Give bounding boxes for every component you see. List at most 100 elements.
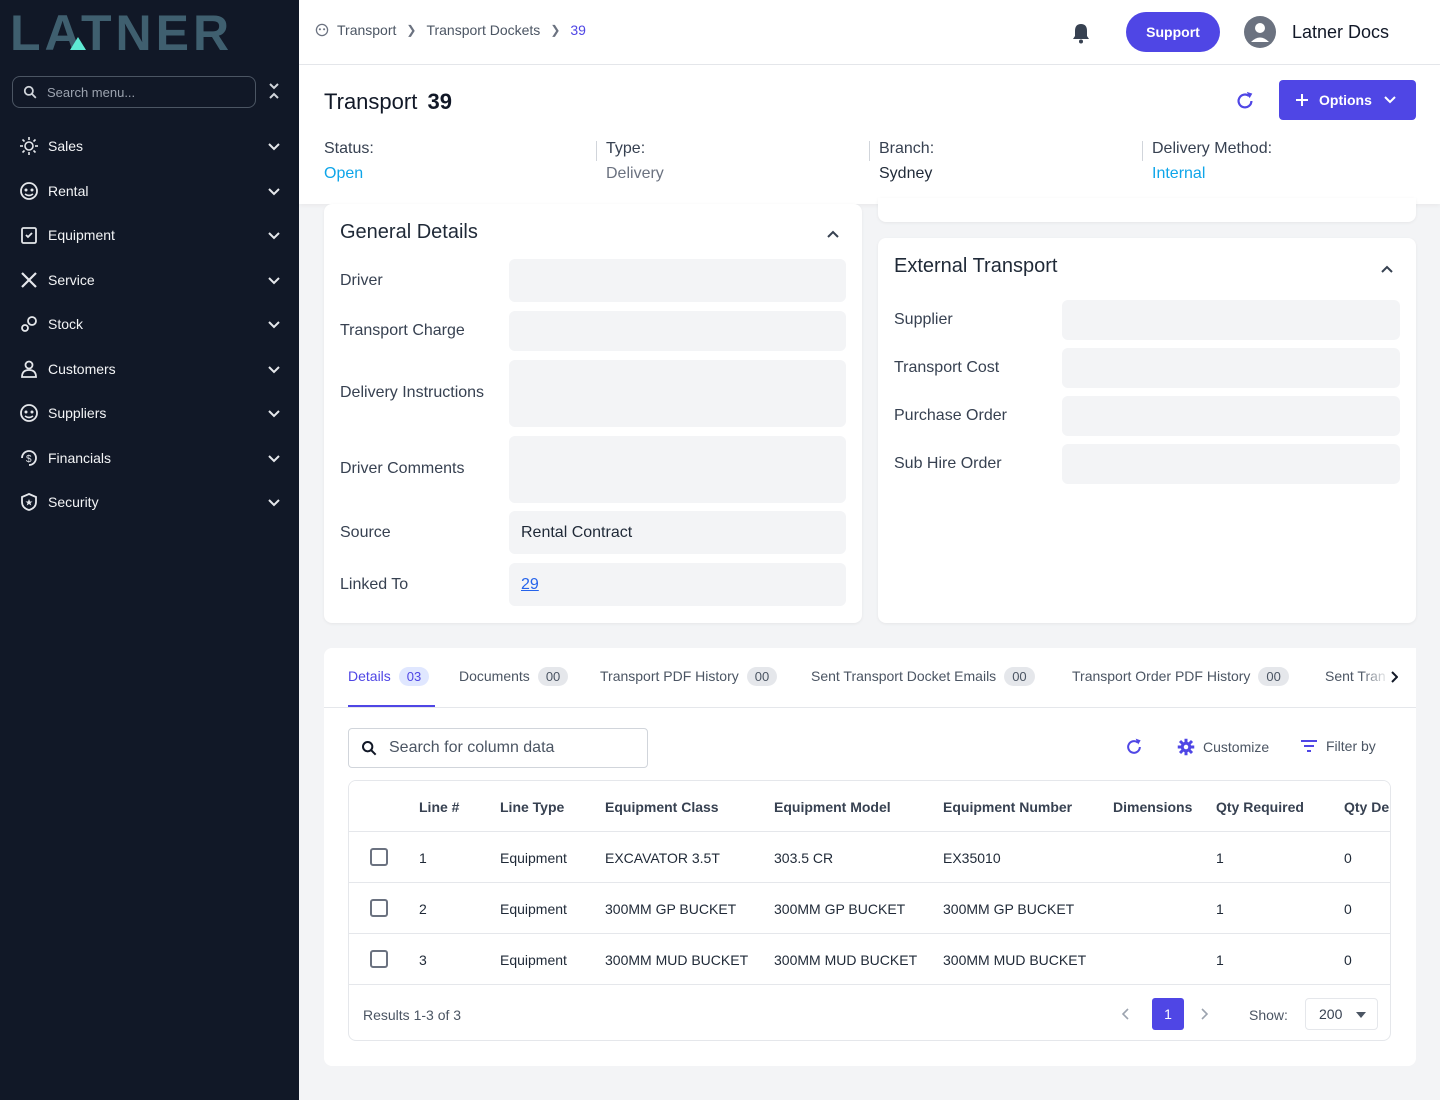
column-header[interactable]: Qty Delivered: [1344, 799, 1390, 815]
filter-button[interactable]: Filter by: [1300, 738, 1376, 754]
collapse-sidebar-icon[interactable]: [268, 82, 280, 105]
linked-to-field: 29: [509, 563, 846, 606]
linked-to-link[interactable]: 29: [521, 576, 539, 594]
tab-count: 00: [1004, 667, 1035, 686]
cell-qty-required: 1: [1216, 901, 1224, 917]
sub-hire-order-field[interactable]: [1062, 444, 1400, 484]
tab-documents[interactable]: Documents 00: [459, 667, 569, 686]
table-search-input[interactable]: Search for column data: [348, 728, 648, 768]
driver-label: Driver: [340, 272, 383, 289]
sidebar-item-rental[interactable]: Rental: [0, 169, 299, 214]
table-refresh-icon[interactable]: [1124, 737, 1144, 757]
cell-qty-delivered: 0: [1344, 901, 1352, 917]
cell-line-type: Equipment: [500, 901, 567, 917]
divider: [869, 141, 870, 161]
tab-count: 00: [537, 667, 569, 686]
tab-transport-order-pdf-history[interactable]: Transport Order PDF History 00: [1072, 667, 1289, 686]
tab-count: 00: [746, 667, 778, 686]
collapsed-card: [878, 198, 1416, 222]
tab-sent-transport-docket-emails[interactable]: Sent Transport Docket Emails 00: [811, 667, 1035, 686]
sidebar-item-security[interactable]: Security: [0, 480, 299, 525]
sidebar-item-financials[interactable]: $ Financials: [0, 436, 299, 481]
top-bar: Transport ❯ Transport Dockets ❯ 39 Suppo…: [299, 0, 1440, 65]
row-checkbox[interactable]: [370, 899, 388, 917]
external-transport-card: External Transport Supplier Transport Co…: [878, 238, 1416, 623]
tab-details[interactable]: Details 03: [348, 667, 430, 686]
status-label: Status:: [324, 140, 374, 157]
sidebar-item-suppliers[interactable]: Suppliers: [0, 391, 299, 436]
driver-comments-label: Driver Comments: [340, 460, 465, 477]
sidebar-search-placeholder: Search menu...: [47, 84, 136, 100]
column-header[interactable]: Qty Required: [1216, 799, 1304, 815]
purchase-order-field[interactable]: [1062, 396, 1400, 436]
sidebar-item-service[interactable]: Service: [0, 258, 299, 303]
breadcrumb-transport[interactable]: Transport: [337, 22, 396, 38]
column-header[interactable]: Line #: [419, 799, 459, 815]
column-header[interactable]: Equipment Class: [605, 799, 719, 815]
supplier-field[interactable]: [1062, 300, 1400, 340]
sidebar-item-customers[interactable]: Customers: [0, 347, 299, 392]
sidebar-item-label: Suppliers: [48, 405, 107, 422]
support-button[interactable]: Support: [1126, 12, 1220, 52]
shield-icon: [18, 491, 40, 513]
chevron-left-icon[interactable]: [1121, 1007, 1130, 1025]
driver-comments-field[interactable]: [509, 436, 846, 503]
chevron-right-icon[interactable]: [1200, 1007, 1209, 1025]
transport-cost-field[interactable]: [1062, 348, 1400, 388]
sidebar-item-stock[interactable]: Stock: [0, 302, 299, 347]
sidebar: LATNER Search menu... Sales Rental Equip…: [0, 0, 299, 1100]
column-header[interactable]: Equipment Number: [943, 799, 1072, 815]
breadcrumb-transport-dockets[interactable]: Transport Dockets: [426, 22, 540, 38]
latner-logo[interactable]: LATNER: [10, 5, 280, 61]
tab-bar: Details 03 Documents 00 Transport PDF Hist…: [324, 648, 1416, 708]
tab-transport-pdf-history[interactable]: Transport PDF History 00: [600, 667, 778, 686]
column-header[interactable]: Equipment Model: [774, 799, 891, 815]
caret-down-icon: [1356, 1012, 1366, 1018]
tab-label: Documents: [459, 668, 530, 684]
cell-equipment-model: 300MM GP BUCKET: [774, 901, 906, 917]
chevron-down-icon: [268, 361, 280, 377]
chevron-up-icon[interactable]: [827, 225, 839, 243]
general-details-card: General Details Driver Transport Charge …: [324, 204, 862, 623]
driver-field[interactable]: [509, 259, 846, 302]
transport-charge-field[interactable]: [509, 311, 846, 351]
tab-count: 00: [1258, 667, 1289, 686]
plus-icon: [1296, 94, 1308, 106]
source-label: Source: [340, 524, 391, 541]
user-menu[interactable]: Latner Docs: [1244, 16, 1389, 48]
options-button[interactable]: Options: [1279, 80, 1416, 120]
chevron-down-icon: [268, 272, 280, 288]
table-row[interactable]: 1 Equipment EXCAVATOR 3.5T 303.5 CR EX35…: [349, 831, 1390, 882]
bell-icon[interactable]: [1071, 22, 1091, 49]
chevron-down-icon: [268, 183, 280, 199]
cell-equipment-number: 300MM MUD BUCKET: [943, 952, 1087, 968]
table-row[interactable]: 3 Equipment 300MM MUD BUCKET 300MM MUD B…: [349, 933, 1390, 984]
table-search-placeholder: Search for column data: [389, 739, 555, 756]
gear-icon: [1177, 738, 1195, 756]
avatar-icon: [1244, 16, 1276, 48]
sidebar-item-sales[interactable]: Sales: [0, 124, 299, 169]
page-size-select[interactable]: 200: [1305, 998, 1378, 1030]
column-header[interactable]: Line Type: [500, 799, 564, 815]
column-header[interactable]: Dimensions: [1113, 799, 1192, 815]
cell-equipment-model: 303.5 CR: [774, 850, 834, 866]
sidebar-item-label: Stock: [48, 316, 84, 333]
cell-equipment-number: EX35010: [943, 850, 1001, 866]
table-row[interactable]: 2 Equipment 300MM GP BUCKET 300MM GP BUC…: [349, 882, 1390, 933]
customize-button[interactable]: Customize: [1177, 738, 1269, 756]
chevron-down-icon: [1384, 96, 1396, 104]
source-field[interactable]: Rental Contract: [509, 511, 846, 554]
cell-equipment-class: 300MM MUD BUCKET: [605, 952, 749, 968]
sidebar-item-equipment[interactable]: Equipment: [0, 213, 299, 258]
chevron-right-icon[interactable]: [1390, 670, 1399, 688]
tab-label: Transport PDF History: [600, 668, 739, 684]
filter-icon: [1301, 740, 1317, 752]
refresh-icon[interactable]: [1234, 90, 1256, 117]
row-checkbox[interactable]: [370, 848, 388, 866]
sidebar-search-input[interactable]: Search menu...: [12, 76, 256, 108]
page-title: Transport 39: [324, 89, 452, 115]
delivery-instructions-field[interactable]: [509, 360, 846, 427]
chevron-up-icon[interactable]: [1381, 260, 1393, 278]
row-checkbox[interactable]: [370, 950, 388, 968]
page-number[interactable]: 1: [1152, 998, 1184, 1030]
